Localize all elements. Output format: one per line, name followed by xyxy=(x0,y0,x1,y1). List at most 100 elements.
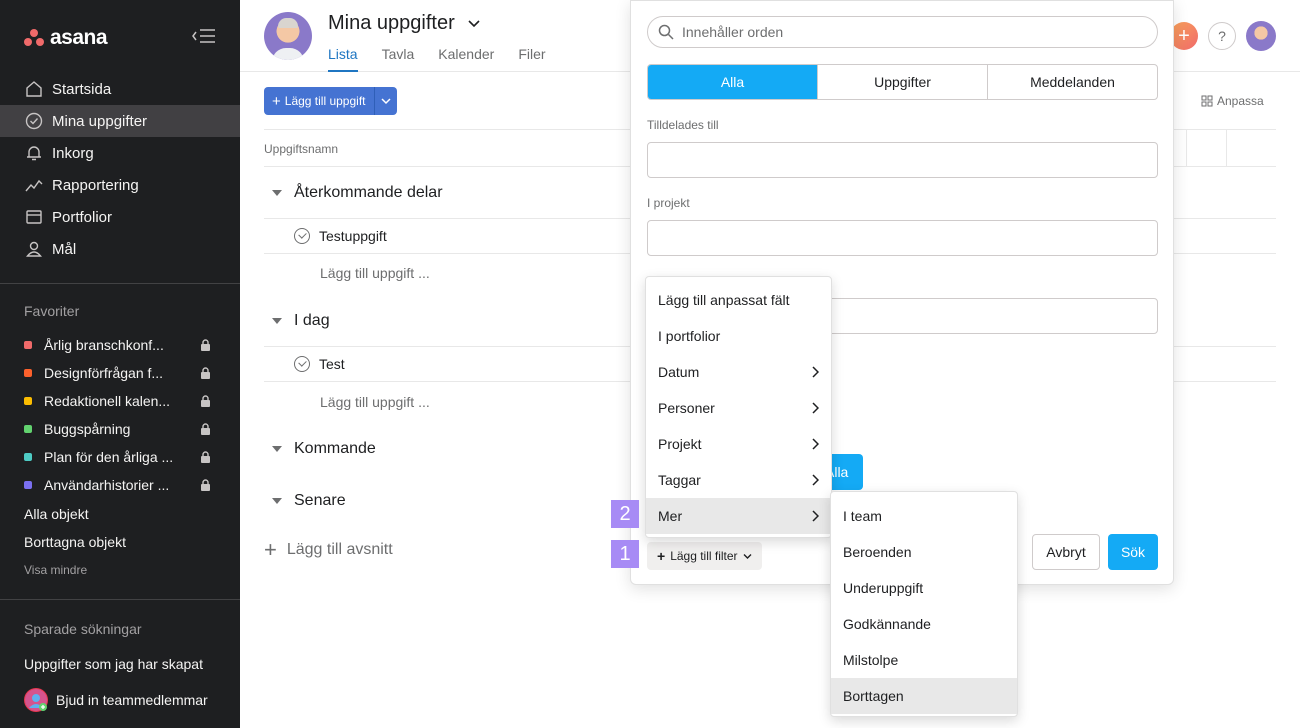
column-divider xyxy=(1186,130,1187,166)
section-title: Kommande xyxy=(294,440,376,457)
favorite-project[interactable]: Designförfrågan f... xyxy=(0,359,240,387)
filter-menu-item[interactable]: Personer xyxy=(646,390,831,426)
filter-menu-item[interactable]: Mer xyxy=(646,498,831,534)
assigned-to-field[interactable] xyxy=(647,142,1158,178)
add-task-inline[interactable]: Lägg till uppgift ... xyxy=(320,265,430,281)
lock-icon xyxy=(201,451,210,463)
more-menu-item[interactable]: I team xyxy=(831,498,1017,534)
section-later[interactable]: Senare xyxy=(272,492,346,510)
chevron-right-icon xyxy=(812,474,819,486)
lock-icon xyxy=(201,479,210,491)
collapse-triangle-icon[interactable] xyxy=(272,446,282,452)
sidebar-item-label: Rapportering xyxy=(52,176,139,194)
collapse-triangle-icon[interactable] xyxy=(272,498,282,504)
sidebar-item-5[interactable]: Mål xyxy=(0,233,240,265)
segment-tasks[interactable]: Uppgifter xyxy=(818,65,988,99)
all-objects-link[interactable]: Alla objekt xyxy=(24,506,89,522)
section-upcoming[interactable]: Kommande xyxy=(272,440,376,458)
favorite-project[interactable]: Redaktionell kalen... xyxy=(0,387,240,415)
filter-menu: Lägg till anpassat fält I portfolior Datum… xyxy=(645,276,832,538)
menu-item-label: Borttagen xyxy=(843,688,904,704)
search-input[interactable]: Innehåller orden xyxy=(647,16,1158,48)
task-name[interactable]: Test xyxy=(319,356,345,372)
add-task-dropdown[interactable] xyxy=(375,87,397,115)
help-icon[interactable]: ? xyxy=(1208,22,1236,50)
page-title-text: Mina uppgifter xyxy=(328,12,455,34)
menu-item-label: I portfolior xyxy=(658,328,721,344)
filter-menu-item[interactable]: Datum xyxy=(646,354,831,390)
check-circle-icon[interactable] xyxy=(294,228,310,244)
filter-menu-item[interactable]: I portfolior xyxy=(646,318,831,354)
customize-label: Anpassa xyxy=(1217,94,1264,108)
tab-calendar[interactable]: Kalender xyxy=(438,46,494,72)
tab-files[interactable]: Filer xyxy=(518,46,545,72)
menu-item-label: Personer xyxy=(658,400,715,416)
asana-logo[interactable]: asana xyxy=(24,26,108,50)
all-button[interactable]: Alla xyxy=(827,454,863,490)
cancel-button[interactable]: Avbryt xyxy=(1032,534,1100,570)
collapse-triangle-icon[interactable] xyxy=(272,190,282,196)
add-section-label: Lägg till avsnitt xyxy=(286,541,393,558)
more-menu-item[interactable]: Milstolpe xyxy=(831,642,1017,678)
add-task-inline[interactable]: Lägg till uppgift ... xyxy=(320,394,430,410)
deleted-objects-link[interactable]: Borttagna objekt xyxy=(24,534,126,550)
sidebar-item-2[interactable]: Inkorg xyxy=(0,137,240,169)
in-project-field[interactable] xyxy=(647,220,1158,256)
more-menu-item[interactable]: Underuppgift xyxy=(831,570,1017,606)
segment-all[interactable]: Alla xyxy=(648,65,818,99)
column-task-name[interactable]: Uppgiftsnamn xyxy=(264,142,338,156)
favorite-project[interactable]: Buggspårning xyxy=(0,415,240,443)
more-menu-item[interactable]: Borttagen xyxy=(831,678,1017,714)
bell-icon xyxy=(24,143,44,163)
collapse-sidebar-icon[interactable] xyxy=(191,26,217,46)
chevron-down-icon[interactable] xyxy=(467,19,481,29)
sidebar-item-1[interactable]: Mina uppgifter xyxy=(0,105,240,137)
segment-messages[interactable]: Meddelanden xyxy=(988,65,1157,99)
section-title: Senare xyxy=(294,492,346,509)
favorite-project[interactable]: Årlig branschkonf... xyxy=(0,331,240,359)
tab-board[interactable]: Tavla xyxy=(382,46,415,72)
menu-item-label: Taggar xyxy=(658,472,701,488)
favorite-project[interactable]: Plan för den årliga ... xyxy=(0,443,240,471)
add-filter-button[interactable]: + Lägg till filter xyxy=(647,542,762,570)
add-filter-label: Lägg till filter xyxy=(670,549,738,563)
filter-menu-item[interactable]: Taggar xyxy=(646,462,831,498)
plus-icon: + xyxy=(657,548,666,564)
task-name[interactable]: Testuppgift xyxy=(319,228,387,244)
menu-item-label: Lägg till anpassat fält xyxy=(658,292,790,308)
favorite-project[interactable]: Användarhistorier ... xyxy=(0,471,240,499)
lock-icon xyxy=(201,423,210,435)
collapse-triangle-icon[interactable] xyxy=(272,318,282,324)
profile-avatar[interactable] xyxy=(1246,21,1276,51)
saved-search-item[interactable]: Uppgifter som jag har skapat xyxy=(24,656,203,672)
more-menu-item[interactable]: Beroenden xyxy=(831,534,1017,570)
sidebar: asana Startsida Mina uppgifter Inkorg Rappo… xyxy=(0,0,240,728)
add-task-button[interactable]: + Lägg till uppgift xyxy=(264,87,397,115)
check-circle-icon[interactable] xyxy=(294,356,310,372)
section-today[interactable]: I dag xyxy=(272,312,330,330)
check-circle-icon xyxy=(24,111,44,131)
section-recurring[interactable]: Återkommande delar xyxy=(272,184,443,202)
filter-menu-item[interactable]: Projekt xyxy=(646,426,831,462)
customize-button[interactable]: Anpassa xyxy=(1201,94,1264,108)
tab-list[interactable]: Lista xyxy=(328,46,358,72)
sidebar-nav: Startsida Mina uppgifter Inkorg Rapporterin… xyxy=(0,73,240,265)
invite-team-members[interactable]: Bjud in teammedlemmar xyxy=(24,688,208,712)
favorites-list: Årlig branschkonf... Designförfrågan f...… xyxy=(0,331,240,499)
chevron-right-icon xyxy=(812,510,819,522)
show-less-link[interactable]: Visa mindre xyxy=(24,563,87,577)
sidebar-item-0[interactable]: Startsida xyxy=(0,73,240,105)
page-title[interactable]: Mina uppgifter xyxy=(328,12,481,35)
in-project-label: I projekt xyxy=(647,196,690,210)
quick-add-icon[interactable]: + xyxy=(1170,22,1198,50)
sidebar-item-3[interactable]: Rapportering xyxy=(0,169,240,201)
more-menu-item[interactable]: Godkännande xyxy=(831,606,1017,642)
filter-menu-item[interactable]: Lägg till anpassat fält xyxy=(646,282,831,318)
search-button[interactable]: Sök xyxy=(1108,534,1158,570)
add-section-button[interactable]: + Lägg till avsnitt xyxy=(264,539,393,561)
project-color-dot xyxy=(24,369,32,377)
user-avatar[interactable] xyxy=(264,12,312,60)
sidebar-item-4[interactable]: Portfolior xyxy=(0,201,240,233)
add-task-label: Lägg till uppgift xyxy=(284,94,366,108)
menu-item-label: Mer xyxy=(658,508,683,524)
